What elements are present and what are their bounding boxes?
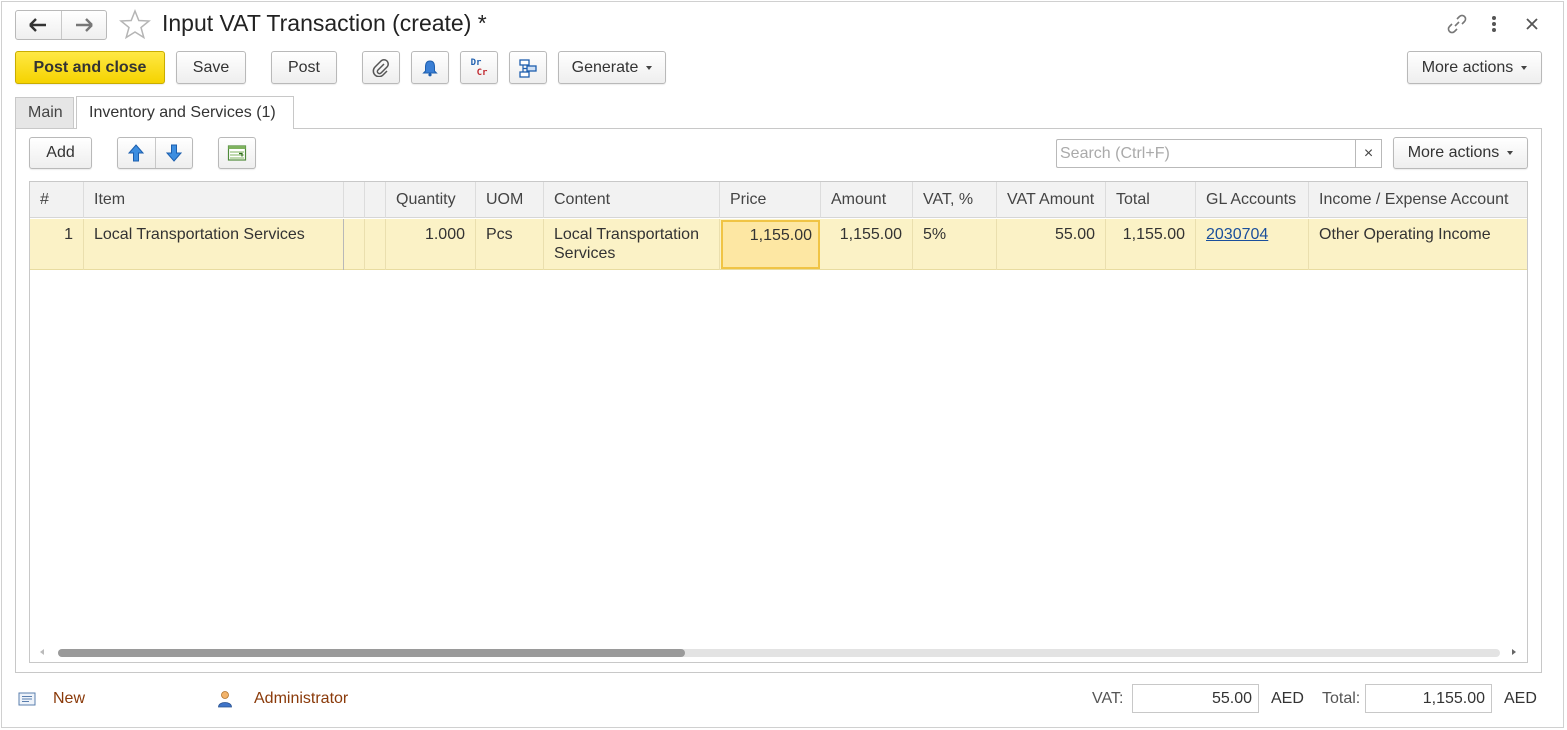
page-title: Input VAT Transaction (create) * (162, 10, 487, 36)
column-header-content[interactable]: Content (544, 182, 720, 218)
horizontal-scrollbar[interactable] (30, 642, 1527, 662)
column-header-income-expense-account[interactable]: Income / Expense Account (1309, 182, 1527, 218)
column-header-price[interactable]: Price (720, 182, 821, 218)
arrow-right-icon (75, 18, 93, 32)
caret-down-icon (1521, 65, 1528, 70)
search-input[interactable] (1056, 139, 1356, 168)
tab-main[interactable]: Main (15, 97, 74, 128)
vat-label: VAT: (1092, 690, 1124, 707)
document-total-field: 1,155.00 (1365, 684, 1492, 713)
total-currency: AED (1504, 690, 1537, 707)
column-header-number[interactable]: # (30, 182, 84, 218)
column-header-quantity[interactable]: Quantity (386, 182, 476, 218)
dr-cr-button[interactable]: Dr Cr (460, 51, 498, 84)
cell-quantity[interactable]: 1.000 (386, 219, 476, 270)
column-header-vat-percent[interactable]: VAT, % (913, 182, 997, 218)
cell-blank-1 (344, 219, 365, 270)
cell-vat-amount[interactable]: 55.00 (997, 219, 1106, 270)
cell-gl-accounts: 2030704 (1196, 219, 1309, 270)
arrow-down-icon (165, 144, 182, 162)
arrow-up-icon (128, 144, 145, 162)
arrow-left-icon (29, 18, 47, 32)
scrollbar-thumb[interactable] (58, 649, 685, 657)
cell-income-expense-account[interactable]: Other Operating Income (1309, 219, 1527, 270)
cell-price-active[interactable]: 1,155.00 (721, 220, 820, 269)
cell-item[interactable]: Local Transportation Services (84, 219, 344, 270)
column-header-blank-2[interactable] (365, 182, 386, 218)
forward-button[interactable] (62, 11, 107, 39)
document-status[interactable]: New (53, 690, 85, 708)
author-name[interactable]: Administrator (254, 690, 348, 708)
column-header-item[interactable]: Item (84, 182, 344, 218)
tab-main-label: Main (28, 104, 63, 121)
column-header-uom[interactable]: UOM (476, 182, 544, 218)
favorite-star-icon[interactable] (119, 8, 151, 44)
cell-content[interactable]: Local Transportation Services (544, 219, 720, 270)
cell-blank-2 (365, 219, 386, 270)
post-button[interactable]: Post (271, 51, 337, 84)
cell-amount[interactable]: 1,155.00 (821, 219, 913, 270)
generate-label: Generate (571, 58, 639, 76)
items-table: # Item Quantity UOM Content Price Amount… (29, 181, 1528, 663)
bell-icon (422, 59, 438, 76)
paperclip-icon (372, 58, 389, 77)
cell-uom[interactable]: Pcs (476, 219, 544, 270)
move-down-button[interactable] (156, 138, 193, 168)
scroll-right-arrow-icon[interactable] (1512, 649, 1516, 655)
link-icon[interactable] (1447, 14, 1467, 39)
total-label: Total: (1322, 690, 1361, 707)
gl-accounts-link[interactable]: 2030704 (1206, 226, 1268, 243)
caret-down-icon (1507, 151, 1514, 155)
table-row[interactable]: 1 Local Transportation Services 1.000 Pc… (30, 219, 1527, 270)
column-header-vat-amount[interactable]: VAT Amount (997, 182, 1106, 218)
kebab-menu-icon[interactable] (1490, 14, 1498, 39)
column-header-total[interactable]: Total (1106, 182, 1196, 218)
more-actions-label: More actions (1421, 58, 1514, 76)
save-button[interactable]: Save (176, 51, 246, 84)
tab-inventory-label: Inventory and Services (1) (89, 104, 276, 121)
scroll-left-arrow-icon[interactable] (40, 649, 44, 655)
more-actions-dropdown[interactable]: More actions (1407, 51, 1542, 84)
search-clear-button[interactable]: × (1355, 139, 1382, 168)
cell-vat-percent[interactable]: 5% (913, 219, 997, 270)
dr-cr-icon: Dr Cr (470, 57, 488, 78)
table-more-actions-label: More actions (1407, 144, 1500, 161)
caret-down-icon (646, 65, 653, 70)
hierarchy-icon (519, 58, 537, 78)
column-header-blank-1[interactable] (344, 182, 365, 218)
structure-button[interactable] (509, 51, 547, 84)
move-up-button[interactable] (118, 138, 156, 168)
nav-buttons (15, 10, 107, 40)
move-buttons (117, 137, 193, 169)
close-icon[interactable] (1526, 17, 1538, 35)
document-status-icon (18, 692, 36, 711)
table-pick-icon (227, 145, 247, 161)
table-more-actions-dropdown[interactable]: More actions (1393, 137, 1528, 169)
attach-button[interactable] (362, 51, 400, 84)
add-button[interactable]: Add (29, 137, 92, 169)
cell-total[interactable]: 1,155.00 (1106, 219, 1196, 270)
vat-currency: AED (1271, 690, 1304, 707)
reminder-button[interactable] (411, 51, 449, 84)
generate-dropdown[interactable]: Generate (558, 51, 666, 84)
post-and-close-button[interactable]: Post and close (15, 51, 165, 84)
back-button[interactable] (16, 11, 62, 39)
vat-total-field: 55.00 (1132, 684, 1259, 713)
tab-inventory-and-services[interactable]: Inventory and Services (1) (76, 96, 294, 129)
column-header-gl-accounts[interactable]: GL Accounts (1196, 182, 1309, 218)
table-header: # Item Quantity UOM Content Price Amount… (30, 182, 1527, 218)
cell-number: 1 (30, 219, 84, 270)
select-pick-button[interactable] (218, 137, 256, 169)
user-icon (217, 690, 233, 713)
column-header-amount[interactable]: Amount (821, 182, 913, 218)
